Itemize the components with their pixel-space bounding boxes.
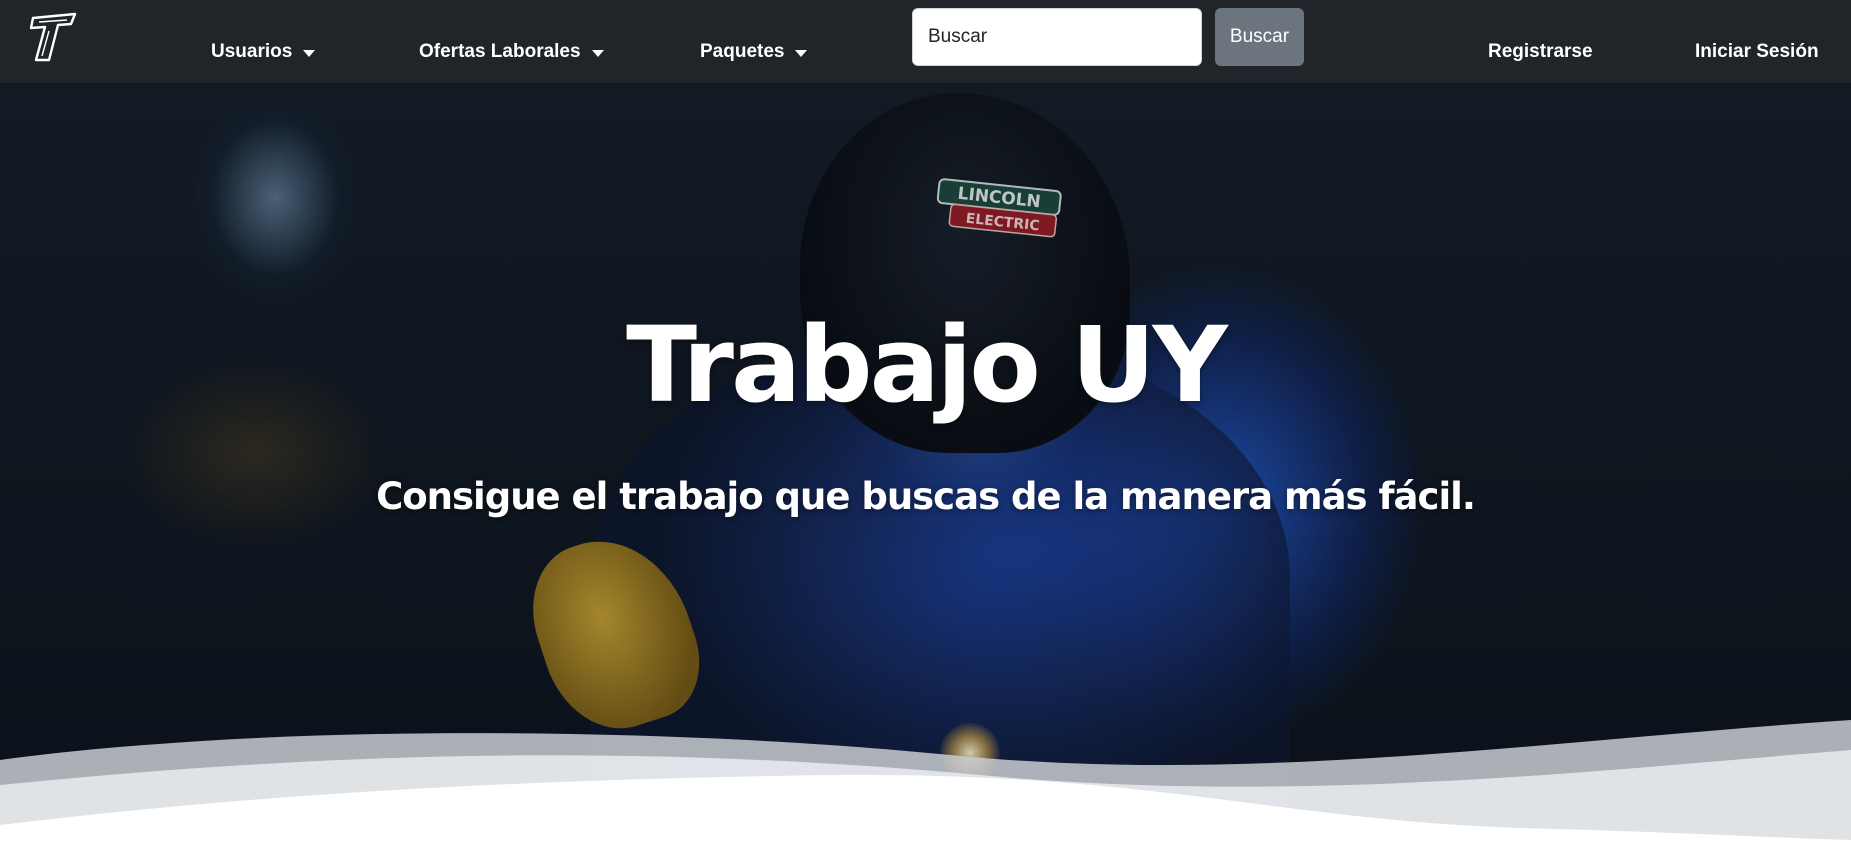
nav-dropdown-usuarios[interactable]: Usuarios bbox=[211, 38, 316, 66]
search-button[interactable]: Buscar bbox=[1215, 8, 1304, 66]
top-navbar: Usuarios Ofertas Laborales Paquetes Busc… bbox=[0, 0, 1851, 83]
nav-dropdown-ofertas-laborales[interactable]: Ofertas Laborales bbox=[419, 38, 604, 66]
nav-dropdown-paquetes[interactable]: Paquetes bbox=[700, 38, 808, 66]
hero-title: Trabajo UY bbox=[626, 304, 1228, 426]
nav-dropdown-label: Usuarios bbox=[211, 41, 293, 62]
chevron-down-icon bbox=[591, 49, 604, 57]
trabajo-uy-logo[interactable] bbox=[27, 12, 79, 64]
nav-dropdown-label: Paquetes bbox=[700, 41, 785, 62]
hero-subtitle: Consigue el trabajo que buscas de la man… bbox=[376, 475, 1476, 518]
nav-dropdown-label: Ofertas Laborales bbox=[419, 41, 581, 62]
register-link[interactable]: Registrarse bbox=[1488, 38, 1593, 66]
chevron-down-icon bbox=[303, 49, 316, 57]
login-link[interactable]: Iniciar Sesión bbox=[1695, 38, 1819, 66]
chevron-down-icon bbox=[795, 49, 808, 57]
search-input[interactable] bbox=[912, 8, 1202, 66]
wave-divider bbox=[0, 720, 1851, 855]
